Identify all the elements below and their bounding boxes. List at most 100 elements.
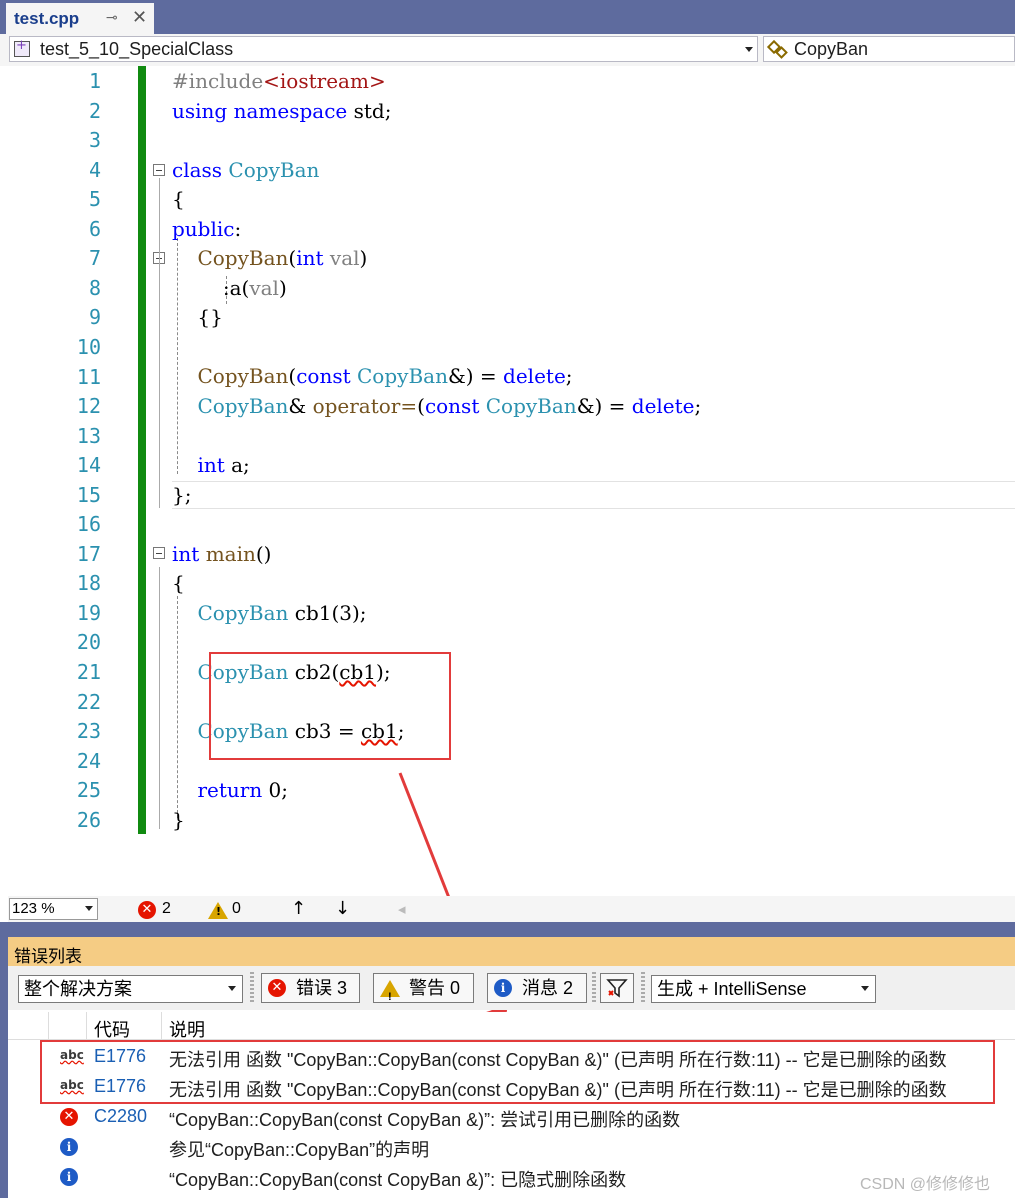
project-icon-glyph: + <box>16 38 27 53</box>
column-header-description[interactable]: 说明 <box>169 1016 205 1042</box>
column-header-code[interactable]: 代码 <box>94 1016 130 1042</box>
info-icon: i <box>60 1138 78 1156</box>
filter-icon <box>606 979 628 998</box>
filter-button[interactable] <box>600 973 634 1003</box>
line-number: 5 <box>88 187 101 212</box>
scope-dropdown[interactable]: CopyBan <box>763 36 1015 62</box>
close-icon[interactable]: ✕ <box>132 7 147 28</box>
message-row[interactable]: i 参见“CopyBan::CopyBan”的声明 <box>8 1132 1015 1162</box>
line-number: 6 <box>88 216 101 241</box>
project-dropdown[interactable]: + test_5_10_SpecialClass <box>9 36 758 62</box>
arrow-down-icon[interactable]: ↓ <box>335 898 350 919</box>
chevron-down-icon[interactable] <box>228 986 236 991</box>
error-icon[interactable]: ✕ <box>138 901 156 919</box>
line-number: 26 <box>76 807 101 832</box>
pin-icon[interactable]: ⊸ <box>106 10 118 26</box>
code-line-7[interactable]: CopyBan(int val) <box>172 244 367 274</box>
error-list-title-bar: 错误列表 <box>8 937 1015 966</box>
chevron-down-icon[interactable] <box>745 47 753 52</box>
code-line-11[interactable]: CopyBan(const CopyBan&) = delete; <box>172 362 572 392</box>
line-number: 2 <box>88 98 101 123</box>
tab-title[interactable]: test.cpp <box>14 9 79 29</box>
line-number: 25 <box>76 778 101 803</box>
scroll-left-icon[interactable]: ◂ <box>398 900 406 918</box>
warning-count[interactable]: 0 <box>232 900 241 918</box>
line-number: 14 <box>76 453 101 478</box>
line-number: 20 <box>76 630 101 655</box>
collapse-class-icon[interactable] <box>153 164 165 176</box>
navigation-bar: + test_5_10_SpecialClass CopyBan <box>0 34 1015 66</box>
code-line-14[interactable]: int a; <box>172 451 249 481</box>
arrow-up-icon[interactable]: ↑ <box>291 898 306 919</box>
code-line-6[interactable]: public: <box>172 215 241 245</box>
line-number: 17 <box>76 541 101 566</box>
info-icon: i <box>494 979 512 997</box>
messages-filter-button[interactable]: i 消息 2 <box>487 973 587 1003</box>
error-count[interactable]: 2 <box>162 900 171 918</box>
line-number: 16 <box>76 512 101 537</box>
line-number: 7 <box>88 246 101 271</box>
project-name: test_5_10_SpecialClass <box>40 39 234 59</box>
scope-filter-dropdown[interactable]: 整个解决方案 <box>18 975 243 1003</box>
annotation-box-code <box>209 652 451 760</box>
class-outline-line <box>159 178 160 508</box>
code-line-19[interactable]: CopyBan cb1(3); <box>172 599 366 629</box>
build-filter-dropdown[interactable]: 生成 + IntelliSense <box>651 975 876 1003</box>
watermark: CSDN @修修修也 <box>860 1176 991 1193</box>
chevron-down-icon[interactable] <box>861 986 869 991</box>
line-number: 9 <box>88 305 101 330</box>
current-line-highlight <box>172 481 1015 509</box>
code-line-17[interactable]: int main() <box>172 540 271 570</box>
line-number: 21 <box>76 660 101 684</box>
error-icon: ✕ <box>60 1108 78 1126</box>
chevron-down-icon[interactable] <box>85 906 93 911</box>
editor-status-bar <box>8 896 1015 922</box>
info-icon: i <box>60 1168 78 1186</box>
message-description: 参见“CopyBan::CopyBan”的声明 <box>169 1140 430 1160</box>
error-code[interactable]: C2280 <box>94 1106 147 1127</box>
code-line-12[interactable]: CopyBan& operator=(const CopyBan&) = del… <box>172 392 701 422</box>
warning-icon <box>380 980 400 1011</box>
warnings-filter-button[interactable]: 警告 0 <box>373 973 474 1011</box>
code-line-8[interactable]: :a(val) <box>172 274 287 304</box>
line-number: 19 <box>76 600 101 625</box>
collapse-main-icon[interactable] <box>153 547 165 559</box>
code-line-2[interactable]: using namespace std; <box>172 97 391 127</box>
line-number: 15 <box>76 482 101 507</box>
zoom-dropdown[interactable]: 123 % <box>9 898 98 920</box>
code-line-1[interactable]: #include<iostream> <box>172 67 386 97</box>
line-number: 22 <box>76 689 101 714</box>
column-divider <box>86 1012 87 1039</box>
code-line-9[interactable]: {} <box>172 303 222 333</box>
error-icon: ✕ <box>268 979 286 997</box>
code-line-25[interactable]: return 0; <box>172 776 288 806</box>
code-line-18[interactable]: { <box>172 569 185 599</box>
line-number: 12 <box>76 394 101 419</box>
change-tracking-bar <box>138 66 146 834</box>
code-line-15[interactable]: }; <box>172 481 191 511</box>
line-number: 4 <box>88 157 101 182</box>
errors-filter-button[interactable]: ✕ 错误 3 <box>261 973 360 1003</box>
error-list-header: 代码 说明 <box>8 1012 1015 1040</box>
error-row[interactable]: ✕ C2280 “CopyBan::CopyBan(const CopyBan … <box>8 1102 1015 1132</box>
annotation-box-errors <box>40 1040 995 1104</box>
code-line-26[interactable]: } <box>172 806 185 836</box>
message-description: “CopyBan::CopyBan(const CopyBan &)”: 已隐式… <box>169 1170 627 1190</box>
warning-icon[interactable] <box>208 902 228 919</box>
toolbar-separator <box>641 972 645 1004</box>
panel-splitter[interactable] <box>0 922 1015 937</box>
document-tab[interactable]: test.cpp ⊸ ✕ <box>6 3 154 34</box>
code-line-5[interactable]: { <box>172 185 185 215</box>
code-line-4[interactable]: class CopyBan <box>172 156 319 186</box>
scope-filter-value: 整个解决方案 <box>24 979 132 999</box>
error-list-title: 错误列表 <box>14 947 82 966</box>
line-number: 1 <box>88 69 101 93</box>
line-number: 13 <box>76 423 101 448</box>
line-number: 24 <box>76 748 101 773</box>
line-number: 10 <box>76 334 101 359</box>
line-number: 23 <box>76 719 101 744</box>
toolbar-separator <box>250 972 254 1004</box>
line-number: 3 <box>88 128 101 153</box>
column-divider <box>161 1012 162 1039</box>
errors-filter-label: 错误 3 <box>296 978 348 998</box>
